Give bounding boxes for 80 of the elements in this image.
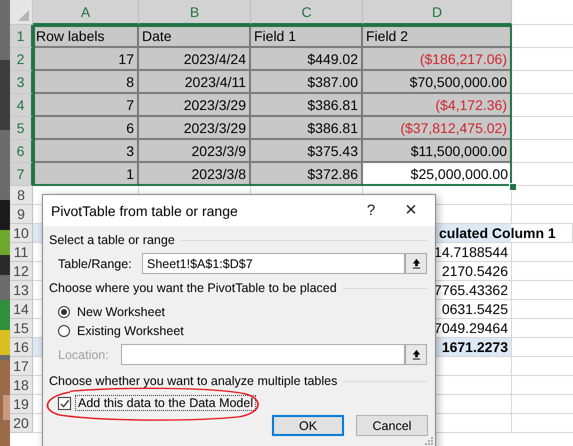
column-header[interactable]: A <box>33 0 139 25</box>
column-header[interactable]: B <box>139 0 251 25</box>
row-header[interactable]: 19 <box>10 395 33 414</box>
table-cell: 7 <box>126 96 134 112</box>
table-header-cell: Field 2 <box>366 28 408 44</box>
table-header-cell: Date <box>142 28 172 44</box>
resize-grip-icon[interactable] <box>425 437 433 445</box>
table-cell: $70,500,000.00 <box>410 74 507 90</box>
help-button[interactable]: ? <box>351 195 391 226</box>
table-cell: $386.81 <box>307 96 358 112</box>
close-button[interactable]: × <box>391 195 431 226</box>
table-cell: 14.7188544 <box>434 244 508 260</box>
fill-handle[interactable] <box>509 183 517 191</box>
up-arrow-icon <box>410 258 422 269</box>
table-cell: $375.43 <box>307 142 358 158</box>
table-cell: 3 <box>126 142 134 158</box>
row-header[interactable]: 4 <box>10 94 33 117</box>
table-cell: 1 <box>126 166 134 182</box>
ok-button[interactable]: OK <box>272 415 344 436</box>
radio-option[interactable]: New Worksheet <box>58 304 165 319</box>
up-arrow-icon <box>410 349 422 360</box>
cancel-button[interactable]: Cancel <box>356 415 428 436</box>
table-cell: 2023/3/29 <box>184 96 246 112</box>
field-label: Table/Range: <box>58 256 133 270</box>
table-cell: 2023/3/9 <box>192 142 246 158</box>
table-cell: $386.81 <box>307 120 358 136</box>
table-cell: $25,000,000.00 <box>410 166 508 182</box>
table-cell: 2023/3/29 <box>184 120 246 136</box>
row-header[interactable]: 12 <box>10 262 33 281</box>
row-header[interactable]: 13 <box>10 281 33 300</box>
row-header[interactable]: 1 <box>10 25 33 48</box>
row-header[interactable]: 16 <box>10 338 33 357</box>
table-cell: 2023/4/24 <box>184 50 246 66</box>
checkmark-icon <box>59 398 70 408</box>
table-header-cell: Row labels <box>36 28 104 44</box>
row-header[interactable]: 18 <box>10 376 33 395</box>
table-cell: $387.00 <box>307 74 358 90</box>
table-cell: 0631.5425 <box>442 301 508 317</box>
location-field[interactable] <box>121 344 405 365</box>
table-cell: culated Column 1 <box>439 225 556 241</box>
section-label: Choose where you want the PivotTable to be placed <box>49 281 337 295</box>
row-header[interactable]: 17 <box>10 357 33 376</box>
collapse-button[interactable] <box>405 344 427 365</box>
table-cell: 7765.43362 <box>434 282 508 298</box>
row-header[interactable]: 14 <box>10 300 33 319</box>
table-cell: $11,500,000.00 <box>410 142 507 158</box>
row-header[interactable]: 8 <box>10 186 33 205</box>
table-cell: ($37,812,475.02) <box>400 120 507 136</box>
section-label: Select a table or range <box>49 233 175 247</box>
dialog-title: PivotTable from table or range <box>51 202 239 218</box>
table-cell: $449.02 <box>307 50 358 66</box>
row-header[interactable]: 5 <box>10 117 33 140</box>
field-label: Location: <box>58 348 110 362</box>
section-label: Choose whether you want to analyze multiple tables <box>49 374 338 388</box>
row-header[interactable]: 6 <box>10 140 33 163</box>
table-cell: ($4,172.36) <box>435 96 507 112</box>
table-cell: 17 <box>118 50 134 66</box>
row-header[interactable]: 15 <box>10 319 33 338</box>
table-cell: 1671.2273 <box>442 339 508 355</box>
row-header[interactable]: 2 <box>10 48 33 71</box>
table-cell: 2170.5426 <box>442 263 508 279</box>
table-cell: 2023/3/8 <box>192 166 246 182</box>
row-header[interactable]: 9 <box>10 205 33 224</box>
row-header[interactable]: 20 <box>10 414 33 433</box>
row-header[interactable]: 7 <box>10 163 33 186</box>
table-cell: $372.86 <box>307 166 358 182</box>
table-cell: 6 <box>126 120 134 136</box>
table-cell: 8 <box>126 74 134 90</box>
table-cell: 7049.29464 <box>434 320 508 336</box>
table-cell: ($186,217.06) <box>420 50 507 66</box>
collapse-button[interactable] <box>405 253 427 274</box>
row-header[interactable]: 10 <box>10 224 33 243</box>
table-cell: 2023/4/11 <box>184 74 246 90</box>
row-header[interactable]: 11 <box>10 243 33 262</box>
table-header-cell: Field 1 <box>254 28 296 44</box>
radio-option[interactable]: Existing Worksheet <box>58 323 184 338</box>
range-field[interactable]: Sheet1!$A$1:$D$7 <box>142 253 405 274</box>
column-header[interactable]: D <box>363 0 512 25</box>
row-header[interactable]: 3 <box>10 71 33 94</box>
column-header[interactable]: C <box>251 0 363 25</box>
